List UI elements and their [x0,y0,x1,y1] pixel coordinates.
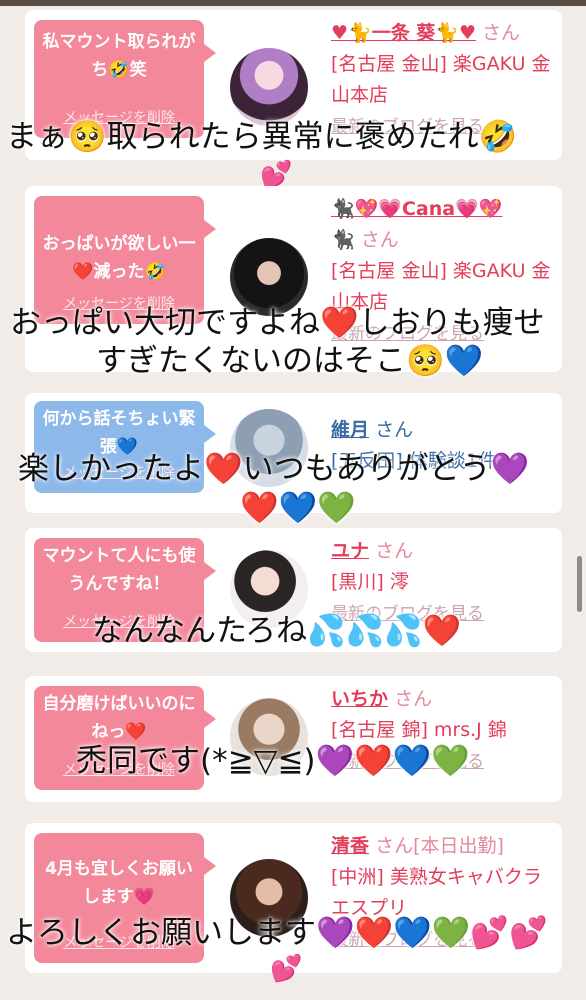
caption-text: すぎたくないのはそこ🥺💙 [96,343,484,379]
honorific: さん [375,419,414,441]
honorific: さん [375,540,414,562]
caption-text: なんなんたろね💦💦💦❤️ [92,613,462,649]
girl-name-link[interactable]: 🐈‍⬛💖💗Cana💗💖 [331,198,502,220]
shop-name: [中洲] 美熟女キャバクラ エスプリ [331,866,542,919]
honorific: さん [482,22,521,44]
top-bar [0,0,586,6]
girl-name-link[interactable]: 維月 [331,419,369,441]
message-card: 自分磨けばいいのにねっ❤️ メッセージを削除 いちか さん [名古屋 錦] mr… [25,676,562,802]
shop-name: [名古屋 金山] 楽GAKU 金山本店 [331,53,551,106]
shop-name: [名古屋 錦] mrs.J 錦 [331,719,507,741]
honorific: さん [360,229,399,251]
bubble-text: 自分磨けばいいのにねっ❤️ [42,694,196,742]
shop-name: [黒川] 澪 [331,571,409,593]
bubble-text: 4月も宜しくお願いします💗 [45,859,193,907]
girl-name-link[interactable]: 清香 [331,835,369,857]
hearts-sticker: 💕 [270,954,303,984]
caption-text: ❤️💙💚 [240,490,356,526]
bubble-text: マウントて人にも使うんですね！ [42,546,196,594]
girl-name-line2: 🐈‍⬛ [331,229,355,251]
caption-text: 禿同です(*≧▽≦)💜❤️💙💚 [76,743,470,779]
bubble-text: おっぱいが欲しい一❤️減った🤣 [42,234,196,282]
girl-name-link[interactable]: ♥🐈一条 葵🐈♥ [331,22,476,44]
girl-name-link[interactable]: ユナ [331,540,369,562]
caption-text: おっぱい大切ですよね❤️しおりも痩せ [10,305,545,341]
girl-name-link[interactable]: いちか [331,688,388,710]
caption-text: よろしくお願いします💜❤️💙💚💕💕 [6,915,548,951]
avatar[interactable] [230,48,308,126]
honorific: さん[本日出勤] [375,835,504,857]
bubble-text: 私マウント取られがち🤣笑 [42,32,196,80]
honorific: さん [394,688,433,710]
caption-text: 楽しかったよ❤️いつもありがとう💜 [18,451,530,487]
caption-text: まぁ🥺取られたら異常に褒めたれ🤣 [6,119,518,155]
scrollbar[interactable] [577,556,582,612]
